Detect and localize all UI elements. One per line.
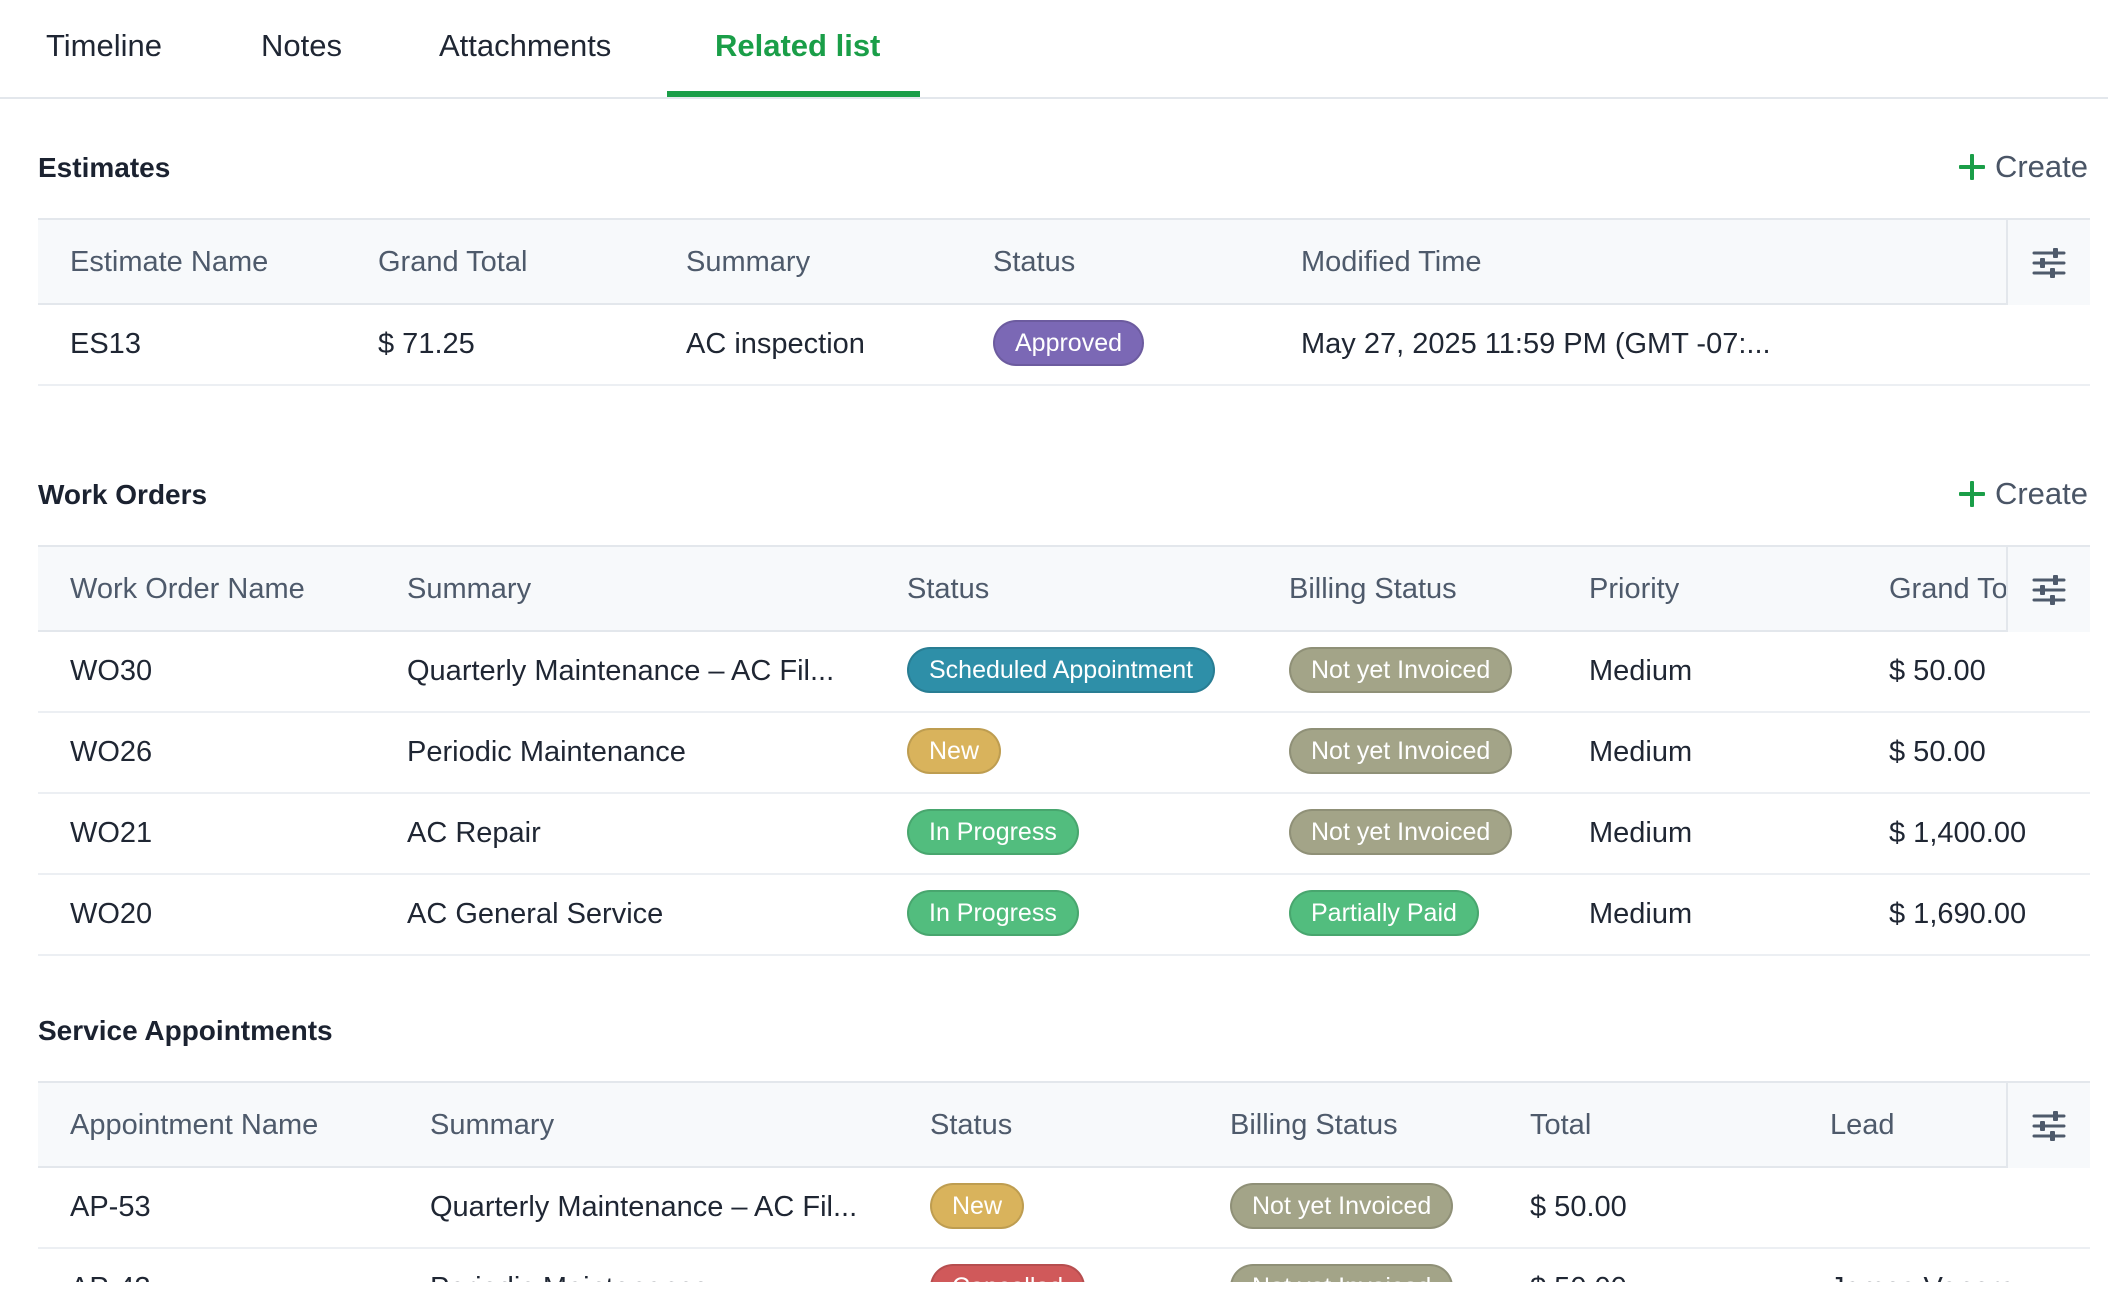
status-cell: Scheduled Appointment: [907, 632, 1216, 711]
billing-status-badge: Not yet Invoiced: [1230, 1183, 1454, 1230]
column-header[interactable]: Work Order Name: [70, 547, 305, 632]
summary: AC inspection: [686, 328, 865, 360]
sliders-icon: [2032, 574, 2066, 605]
work-order-name[interactable]: WO30: [70, 632, 152, 711]
billing-status-badge: Not yet Invoiced: [1289, 728, 1513, 775]
plus-icon: [1958, 154, 1985, 180]
grand-total: $ 1,690.00: [1889, 898, 2027, 930]
service-appointments-title: Service Appointments: [38, 1015, 333, 1046]
create-label: Create: [1994, 149, 2088, 184]
summary: AC General Service: [407, 898, 664, 930]
work-order-name[interactable]: WO26: [70, 713, 152, 792]
billing-status-badge: Not yet Invoiced: [1289, 809, 1513, 856]
column-header[interactable]: Billing Status: [1289, 547, 1457, 632]
estimates-title: Estimates: [38, 152, 171, 183]
billing-cell: Not yet Invoiced: [1289, 713, 1513, 792]
column-settings-button[interactable]: [2006, 220, 2090, 305]
status-badge: Approved: [993, 320, 1145, 367]
billing-status-badge: Partially Paid: [1289, 890, 1479, 937]
summary: Quarterly Maintenance – AC Fil...: [430, 1191, 858, 1223]
table-header: Appointment Name Summary Status Billing …: [38, 1081, 2090, 1168]
priority: Medium: [1589, 898, 1693, 930]
column-header[interactable]: Modified Time: [1301, 220, 1482, 305]
status-badge: Scheduled Appointment: [907, 647, 1216, 694]
tab-timeline[interactable]: Timeline: [46, 0, 162, 99]
table-header: Work Order Name Summary Status Billing S…: [38, 545, 2090, 632]
grand-total: $ 1,400.00: [1889, 817, 2027, 849]
grand-total: $ 71.25: [378, 328, 475, 360]
column-header[interactable]: Grand To: [1889, 547, 2006, 632]
tab-related-list[interactable]: Related list: [715, 0, 880, 99]
tab-bar: Timeline Notes Attachments Related list: [0, 0, 2108, 99]
tab-notes[interactable]: Notes: [261, 0, 342, 99]
estimates-create-button[interactable]: Create: [1958, 149, 2088, 185]
column-header[interactable]: Estimate Name: [70, 220, 268, 305]
column-header[interactable]: Grand Total: [378, 220, 527, 305]
work-orders-create-button[interactable]: Create: [1958, 476, 2088, 512]
estimates-table: Estimate Name Grand Total Summary Status…: [38, 218, 2090, 386]
work-order-name[interactable]: WO20: [70, 875, 152, 954]
column-settings-button[interactable]: [2006, 547, 2090, 632]
sliders-icon: [2032, 1110, 2066, 1141]
billing-cell: Partially Paid: [1289, 875, 1479, 954]
tab-attachments[interactable]: Attachments: [439, 0, 611, 99]
priority: Medium: [1589, 817, 1693, 849]
plus-icon: [1958, 481, 1985, 507]
column-header[interactable]: Billing Status: [1230, 1083, 1398, 1168]
table-row[interactable]: WO21 AC Repair In Progress Not yet Invoi…: [38, 794, 2090, 875]
create-label: Create: [1994, 476, 2088, 511]
table-row[interactable]: WO26 Periodic Maintenance New Not yet In…: [38, 713, 2090, 794]
status-cell: Approved: [993, 305, 1145, 384]
status-badge: New: [930, 1183, 1025, 1230]
status-cell: In Progress: [907, 794, 1079, 873]
column-header[interactable]: Summary: [430, 1083, 554, 1168]
table-row[interactable]: AP-53 Quarterly Maintenance – AC Fil... …: [38, 1168, 2090, 1249]
column-header[interactable]: Summary: [686, 220, 810, 305]
total: $ 50.00: [1530, 1191, 1627, 1223]
billing-cell: Not yet Invoiced: [1289, 632, 1513, 711]
status-cell: New: [907, 713, 1002, 792]
status-badge: In Progress: [907, 890, 1079, 937]
status-cell: New: [930, 1168, 1025, 1247]
summary: Periodic Maintenance: [407, 736, 686, 768]
grand-total: $ 50.00: [1889, 655, 1986, 687]
status-badge: In Progress: [907, 809, 1079, 856]
work-order-name[interactable]: WO21: [70, 794, 152, 873]
active-tab-indicator: [667, 91, 920, 97]
table-row[interactable]: WO20 AC General Service In Progress Part…: [38, 875, 2090, 956]
priority: Medium: [1589, 736, 1693, 768]
summary: Quarterly Maintenance – AC Fil...: [407, 655, 835, 687]
appointment-name[interactable]: AP-53: [70, 1168, 151, 1247]
column-header[interactable]: Total: [1530, 1083, 1591, 1168]
work-orders-title: Work Orders: [38, 479, 208, 510]
work-orders-table: Work Order Name Summary Status Billing S…: [38, 545, 2090, 956]
scroll-edge: [0, 1282, 2108, 1296]
table-row[interactable]: WO30 Quarterly Maintenance – AC Fil... S…: [38, 632, 2090, 713]
status-cell: In Progress: [907, 875, 1079, 954]
billing-cell: Not yet Invoiced: [1230, 1168, 1454, 1247]
grand-total: $ 50.00: [1889, 736, 1986, 768]
modified-time: May 27, 2025 11:59 PM (GMT -07:...: [1301, 328, 1771, 360]
billing-cell: Not yet Invoiced: [1289, 794, 1513, 873]
estimate-name[interactable]: ES13: [70, 305, 141, 384]
column-header[interactable]: Appointment Name: [70, 1083, 318, 1168]
column-header[interactable]: Status: [993, 220, 1075, 305]
table-row[interactable]: ES13 $ 71.25 AC inspection Approved May …: [38, 305, 2090, 386]
summary: AC Repair: [407, 817, 541, 849]
table-header: Estimate Name Grand Total Summary Status…: [38, 218, 2090, 305]
column-settings-button[interactable]: [2006, 1083, 2090, 1168]
status-badge: New: [907, 728, 1002, 775]
column-header[interactable]: Status: [907, 547, 989, 632]
column-header[interactable]: Priority: [1589, 547, 1679, 632]
column-header[interactable]: Summary: [407, 547, 531, 632]
column-header[interactable]: Lead: [1830, 1083, 1895, 1168]
column-header[interactable]: Status: [930, 1083, 1012, 1168]
priority: Medium: [1589, 655, 1693, 687]
service-appointments-table: Appointment Name Summary Status Billing …: [38, 1081, 2090, 1296]
sliders-icon: [2032, 247, 2066, 278]
billing-status-badge: Not yet Invoiced: [1289, 647, 1513, 694]
